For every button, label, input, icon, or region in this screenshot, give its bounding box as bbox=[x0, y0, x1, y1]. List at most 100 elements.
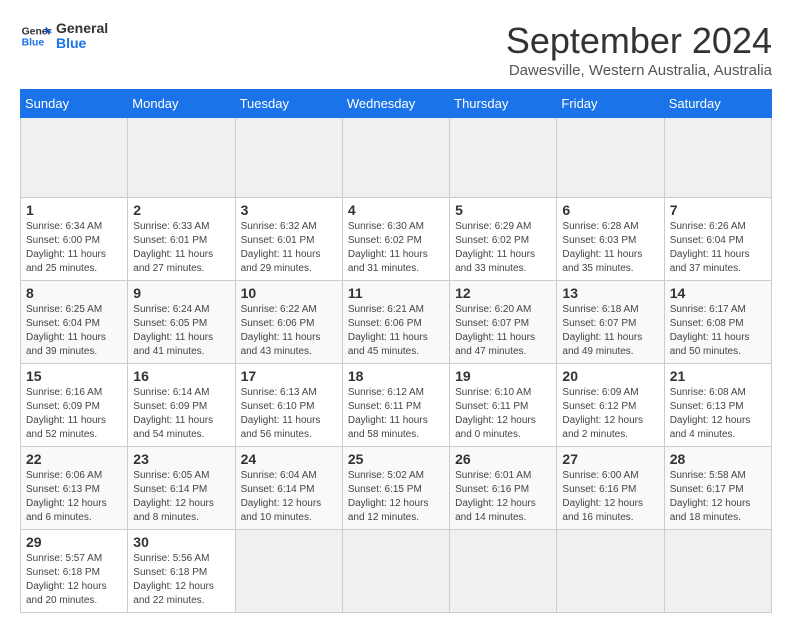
day-info: Sunrise: 6:26 AMSunset: 6:04 PMDaylight:… bbox=[670, 220, 766, 276]
day-info: Sunrise: 6:21 AMSunset: 6:06 PMDaylight:… bbox=[348, 303, 444, 359]
day-info: Sunrise: 6:20 AMSunset: 6:07 PMDaylight:… bbox=[455, 303, 551, 359]
day-number: 1 bbox=[26, 202, 122, 218]
day-number: 3 bbox=[241, 202, 337, 218]
day-info: Sunrise: 6:06 AMSunset: 6:13 PMDaylight:… bbox=[26, 469, 122, 525]
day-number: 27 bbox=[562, 451, 658, 467]
calendar-cell bbox=[21, 118, 128, 198]
calendar-cell bbox=[557, 530, 664, 613]
day-info: Sunrise: 6:12 AMSunset: 6:11 PMDaylight:… bbox=[348, 386, 444, 442]
calendar-cell: 25 Sunrise: 5:02 AMSunset: 6:15 PMDayligh… bbox=[342, 447, 449, 530]
day-info: Sunrise: 6:30 AMSunset: 6:02 PMDaylight:… bbox=[348, 220, 444, 276]
calendar-row: 1 Sunrise: 6:34 AMSunset: 6:00 PMDaylight… bbox=[21, 198, 772, 281]
day-info: Sunrise: 5:56 AMSunset: 6:18 PMDaylight:… bbox=[133, 552, 229, 608]
calendar-cell: 4 Sunrise: 6:30 AMSunset: 6:02 PMDaylight… bbox=[342, 198, 449, 281]
calendar-cell: 17Sunrise: 6:13 AMSunset: 6:10 PMDayligh… bbox=[235, 364, 342, 447]
day-number: 2 bbox=[133, 202, 229, 218]
day-number: 21 bbox=[670, 368, 766, 384]
day-number: 22 bbox=[26, 451, 122, 467]
calendar-cell: 14Sunrise: 6:17 AMSunset: 6:08 PMDayligh… bbox=[664, 281, 771, 364]
calendar-cell: 1 Sunrise: 6:34 AMSunset: 6:00 PMDaylight… bbox=[21, 198, 128, 281]
calendar-row: 8Sunrise: 6:25 AMSunset: 6:04 PMDaylight… bbox=[21, 281, 772, 364]
day-info: Sunrise: 6:13 AMSunset: 6:10 PMDaylight:… bbox=[241, 386, 337, 442]
header-tuesday: Tuesday bbox=[235, 90, 342, 118]
day-info: Sunrise: 6:16 AMSunset: 6:09 PMDaylight:… bbox=[26, 386, 122, 442]
calendar-cell: 8Sunrise: 6:25 AMSunset: 6:04 PMDaylight… bbox=[21, 281, 128, 364]
header-friday: Friday bbox=[557, 90, 664, 118]
day-number: 18 bbox=[348, 368, 444, 384]
logo-icon: General Blue bbox=[20, 20, 52, 52]
calendar-subtitle: Dawesville, Western Australia, Australia bbox=[506, 62, 772, 79]
day-info: Sunrise: 6:04 AMSunset: 6:14 PMDaylight:… bbox=[241, 469, 337, 525]
calendar-cell: 12 Sunrise: 6:20 AMSunset: 6:07 PMDayligh… bbox=[450, 281, 557, 364]
calendar-row bbox=[21, 118, 772, 198]
calendar-cell: 7Sunrise: 6:26 AMSunset: 6:04 PMDaylight… bbox=[664, 198, 771, 281]
calendar-cell: 6Sunrise: 6:28 AMSunset: 6:03 PMDaylight… bbox=[557, 198, 664, 281]
day-number: 12 bbox=[455, 285, 551, 301]
calendar-cell: 9Sunrise: 6:24 AMSunset: 6:05 PMDaylight… bbox=[128, 281, 235, 364]
calendar-cell: 23 Sunrise: 6:05 AMSunset: 6:14 PMDayligh… bbox=[128, 447, 235, 530]
day-info: Sunrise: 6:22 AMSunset: 6:06 PMDaylight:… bbox=[241, 303, 337, 359]
page-header: General Blue General Blue September 2024… bbox=[20, 20, 772, 79]
day-number: 28 bbox=[670, 451, 766, 467]
day-info: Sunrise: 5:57 AMSunset: 6:18 PMDaylight:… bbox=[26, 552, 122, 608]
calendar-cell: 29 Sunrise: 5:57 AMSunset: 6:18 PMDayligh… bbox=[21, 530, 128, 613]
day-number: 20 bbox=[562, 368, 658, 384]
calendar-cell bbox=[342, 530, 449, 613]
day-info: Sunrise: 5:02 AMSunset: 6:15 PMDaylight:… bbox=[348, 469, 444, 525]
logo-line2: Blue bbox=[56, 36, 108, 51]
day-number: 30 bbox=[133, 534, 229, 550]
calendar-cell: 22 Sunrise: 6:06 AMSunset: 6:13 PMDayligh… bbox=[21, 447, 128, 530]
day-info: Sunrise: 6:05 AMSunset: 6:14 PMDaylight:… bbox=[133, 469, 229, 525]
day-info: Sunrise: 6:00 AMSunset: 6:16 PMDaylight:… bbox=[562, 469, 658, 525]
day-info: Sunrise: 6:14 AMSunset: 6:09 PMDaylight:… bbox=[133, 386, 229, 442]
calendar-cell bbox=[342, 118, 449, 198]
logo-line1: General bbox=[56, 21, 108, 36]
day-number: 24 bbox=[241, 451, 337, 467]
calendar-cell: 10 Sunrise: 6:22 AMSunset: 6:06 PMDayligh… bbox=[235, 281, 342, 364]
day-info: Sunrise: 6:28 AMSunset: 6:03 PMDaylight:… bbox=[562, 220, 658, 276]
calendar-cell: 27 Sunrise: 6:00 AMSunset: 6:16 PMDayligh… bbox=[557, 447, 664, 530]
day-number: 26 bbox=[455, 451, 551, 467]
calendar-cell bbox=[557, 118, 664, 198]
day-number: 29 bbox=[26, 534, 122, 550]
logo: General Blue General Blue bbox=[20, 20, 108, 52]
calendar-cell: 13 Sunrise: 6:18 AMSunset: 6:07 PMDayligh… bbox=[557, 281, 664, 364]
calendar-cell: 2Sunrise: 6:33 AMSunset: 6:01 PMDaylight… bbox=[128, 198, 235, 281]
svg-text:Blue: Blue bbox=[22, 38, 45, 49]
calendar-row: 29 Sunrise: 5:57 AMSunset: 6:18 PMDayligh… bbox=[21, 530, 772, 613]
day-info: Sunrise: 6:09 AMSunset: 6:12 PMDaylight:… bbox=[562, 386, 658, 442]
calendar-cell: 19 Sunrise: 6:10 AMSunset: 6:11 PMDayligh… bbox=[450, 364, 557, 447]
day-number: 16 bbox=[133, 368, 229, 384]
day-info: Sunrise: 6:18 AMSunset: 6:07 PMDaylight:… bbox=[562, 303, 658, 359]
day-info: Sunrise: 6:34 AMSunset: 6:00 PMDaylight:… bbox=[26, 220, 122, 276]
day-number: 4 bbox=[348, 202, 444, 218]
calendar-cell: 3 Sunrise: 6:32 AMSunset: 6:01 PMDaylight… bbox=[235, 198, 342, 281]
day-info: Sunrise: 6:08 AMSunset: 6:13 PMDaylight:… bbox=[670, 386, 766, 442]
header-saturday: Saturday bbox=[664, 90, 771, 118]
calendar-cell bbox=[128, 118, 235, 198]
day-number: 23 bbox=[133, 451, 229, 467]
calendar-title: September 2024 bbox=[506, 20, 772, 62]
header-row: Sunday Monday Tuesday Wednesday Thursday… bbox=[21, 90, 772, 118]
calendar-cell: 30 Sunrise: 5:56 AMSunset: 6:18 PMDayligh… bbox=[128, 530, 235, 613]
header-sunday: Sunday bbox=[21, 90, 128, 118]
day-number: 10 bbox=[241, 285, 337, 301]
calendar-row: 22 Sunrise: 6:06 AMSunset: 6:13 PMDayligh… bbox=[21, 447, 772, 530]
day-info: Sunrise: 5:58 AMSunset: 6:17 PMDaylight:… bbox=[670, 469, 766, 525]
day-number: 19 bbox=[455, 368, 551, 384]
day-info: Sunrise: 6:32 AMSunset: 6:01 PMDaylight:… bbox=[241, 220, 337, 276]
header-monday: Monday bbox=[128, 90, 235, 118]
calendar-cell bbox=[450, 530, 557, 613]
day-number: 13 bbox=[562, 285, 658, 301]
day-info: Sunrise: 6:29 AMSunset: 6:02 PMDaylight:… bbox=[455, 220, 551, 276]
day-number: 15 bbox=[26, 368, 122, 384]
calendar-cell bbox=[664, 530, 771, 613]
calendar-cell bbox=[235, 530, 342, 613]
title-area: September 2024 Dawesville, Western Austr… bbox=[506, 20, 772, 79]
calendar-cell: 24 Sunrise: 6:04 AMSunset: 6:14 PMDayligh… bbox=[235, 447, 342, 530]
day-info: Sunrise: 6:10 AMSunset: 6:11 PMDaylight:… bbox=[455, 386, 551, 442]
day-number: 25 bbox=[348, 451, 444, 467]
calendar-cell: 5Sunrise: 6:29 AMSunset: 6:02 PMDaylight… bbox=[450, 198, 557, 281]
calendar-cell: 28 Sunrise: 5:58 AMSunset: 6:17 PMDayligh… bbox=[664, 447, 771, 530]
header-thursday: Thursday bbox=[450, 90, 557, 118]
